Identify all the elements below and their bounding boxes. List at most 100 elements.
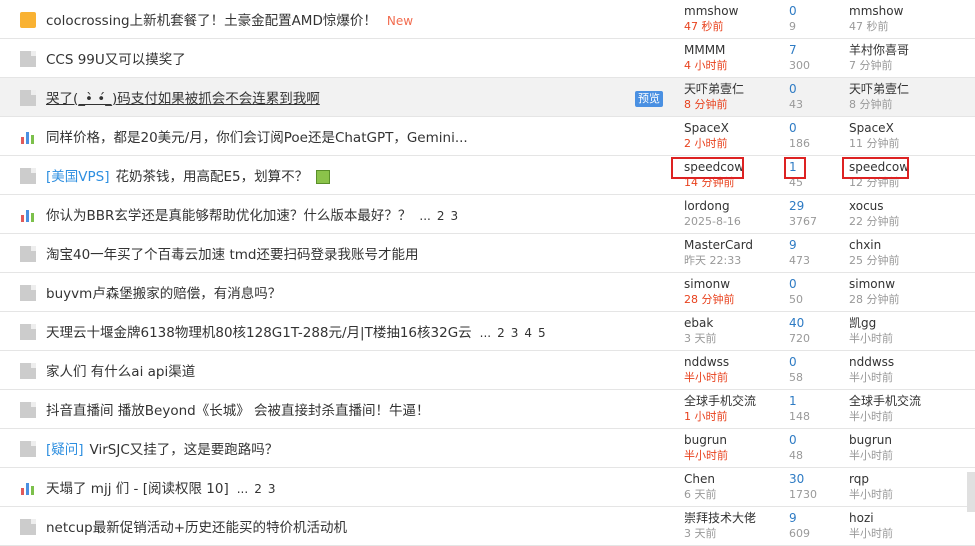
reply-count[interactable]: 40 [789,316,810,331]
last-post-cell: mmshow 47 秒前 [849,4,903,34]
thread-title-link[interactable]: 哭了(_•̀ •́_)码支付如果被抓会不会连累到我啊 [46,91,320,107]
page-link[interactable]: 3 [268,482,276,496]
thread-category-tag[interactable]: [美国VPS] [46,169,109,185]
stats-cell: 0 186 [789,121,810,151]
page-link[interactable]: 4 [524,326,532,340]
author-name[interactable]: simonw [684,277,735,292]
last-poster[interactable]: simonw [849,277,900,292]
author-name[interactable]: MMMM [684,43,728,58]
last-post-time: 7 分钟前 [849,59,893,72]
view-count: 720 [789,332,810,345]
reply-count[interactable]: 30 [789,472,817,487]
preview-button[interactable]: 预览 [635,91,663,107]
stats-cell: 0 50 [789,277,803,307]
last-poster[interactable]: SpaceX [849,121,900,136]
last-poster[interactable]: 凯gg [849,316,893,331]
reply-count[interactable]: 7 [789,43,810,58]
thread-row: colocrossing上新机套餐了！土豪金配置AMD惊爆价！ New mmshow… [0,0,975,39]
thread-title-link[interactable]: colocrossing上新机套餐了！土豪金配置AMD惊爆价！ [46,13,377,29]
view-count: 58 [789,371,803,384]
page-link[interactable]: 2 [254,482,262,496]
author-name[interactable]: mmshow [684,4,738,19]
author-name[interactable]: nddwss [684,355,729,370]
last-post-cell: 凯gg 半小时前 [849,316,893,346]
view-count: 3767 [789,215,817,228]
thread-title-link[interactable]: 抖音直播间 播放Beyond《长城》 会被直接封杀直播间！牛逼！ [46,403,430,419]
last-poster[interactable]: xocus [849,199,900,214]
thread-title-link[interactable]: 同样价格，都是20美元/月，你们会订阅Poe还是ChatGPT，Gemini..… [46,130,468,146]
reply-count[interactable]: 0 [789,433,803,448]
last-poster[interactable]: 天吓弟壹仁 [849,82,909,97]
stats-cell: 40 720 [789,316,810,346]
thread-title-cell: netcup最新促销活动+历史还能买的特价机活动机 [46,516,347,536]
last-poster[interactable]: chxin [849,238,900,253]
reply-count[interactable]: 9 [789,511,810,526]
thread-title-link[interactable]: CCS 99U又可以摸奖了 [46,52,186,68]
reply-count[interactable]: 0 [789,121,810,136]
author-name[interactable]: bugrun [684,433,728,448]
author-cell: bugrun 半小时前 [684,433,728,463]
last-poster[interactable]: 羊村你喜哥 [849,43,909,58]
stats-cell: 9 609 [789,511,810,541]
author-name[interactable]: lordong [684,199,741,214]
author-name[interactable]: ebak [684,316,717,331]
page-link[interactable]: 3 [451,209,459,223]
thread-row: 天理云十堰金牌6138物理机80核128G1T-288元/月|T楼抽16核32G… [0,312,975,351]
reply-count[interactable]: 1 [789,394,810,409]
thread-title-link[interactable]: 花奶茶钱，用高配E5，划算不？ [115,169,308,185]
reply-count[interactable]: 9 [789,238,810,253]
last-poster[interactable]: bugrun [849,433,893,448]
thread-title-link[interactable]: buyvm卢森堡搬家的赔偿，有消息吗？ [46,286,281,302]
last-post-time: 47 秒前 [849,20,889,33]
author-cell: Chen 6 天前 [684,472,717,502]
thread-category-tag[interactable]: [疑问] [46,442,84,458]
thread-title-link[interactable]: netcup最新促销活动+历史还能买的特价机活动机 [46,520,347,536]
post-time: 半小时前 [684,371,728,384]
last-poster[interactable]: 全球手机交流 [849,394,921,409]
thread-title-link[interactable]: 淘宝40一年买了个百毒云加速 tmd还要扫码登录我账号才能用 [46,247,418,263]
view-count: 9 [789,20,796,33]
thread-title-cell: buyvm卢森堡搬家的赔偿，有消息吗？ [46,282,281,302]
page-link[interactable]: 3 [511,326,519,340]
thread-title-link[interactable]: 家人们 有什么ai api渠道 [46,364,195,380]
thread-title-link[interactable]: 你认为BBR玄学还是真能够帮助优化加速？什么版本最好？？ [46,208,411,224]
author-name[interactable]: MasterCard [684,238,753,253]
stats-cell: 29 3767 [789,199,817,229]
reply-count[interactable]: 0 [789,4,797,19]
thread-title-link[interactable]: VirSJC又挂了，这是要跑路吗？ [90,442,279,458]
last-poster[interactable]: mmshow [849,4,903,19]
page-link[interactable]: 5 [538,326,546,340]
view-count: 148 [789,410,810,423]
reply-count[interactable]: 0 [789,277,803,292]
document-icon [20,363,36,379]
thread-title-cell: 天塌了 mjj 们 - [阅读权限 10]... 2 3 [46,477,281,497]
last-post-time: 11 分钟前 [849,137,900,150]
poll-icon [20,129,36,145]
author-name[interactable]: 全球手机交流 [684,394,756,409]
reply-count[interactable]: 0 [789,355,803,370]
thread-title-link[interactable]: 天塌了 mjj 们 [46,481,129,497]
thread-title-link[interactable]: 天理云十堰金牌6138物理机80核128G1T-288元/月|T楼抽16核32G… [46,325,472,341]
document-icon [20,51,36,67]
author-cell: simonw 28 分钟前 [684,277,735,307]
author-name[interactable]: Chen [684,472,717,487]
page-link[interactable]: 2 [437,209,445,223]
reply-count[interactable]: 29 [789,199,817,214]
last-poster[interactable]: rqp [849,472,893,487]
post-time: 1 小时前 [684,410,728,423]
document-icon [20,402,36,418]
post-time: 2 小时前 [684,137,728,150]
author-name[interactable]: 崇拜技术大佬 [684,511,756,526]
thread-title-cell: 抖音直播间 播放Beyond《长城》 会被直接封杀直播间！牛逼！ [46,399,430,419]
author-name[interactable]: 天吓弟壹仁 [684,82,744,97]
post-time: 4 小时前 [684,59,728,72]
last-poster[interactable]: hozi [849,511,893,526]
last-poster[interactable]: nddwss [849,355,894,370]
author-name[interactable]: SpaceX [684,121,729,136]
stats-cell: 0 43 [789,82,803,112]
scrollbar[interactable] [967,472,975,512]
read-permission: - [129,481,143,497]
reply-count[interactable]: 0 [789,82,803,97]
page-link[interactable]: 2 [497,326,505,340]
post-time: 3 天前 [684,527,717,540]
